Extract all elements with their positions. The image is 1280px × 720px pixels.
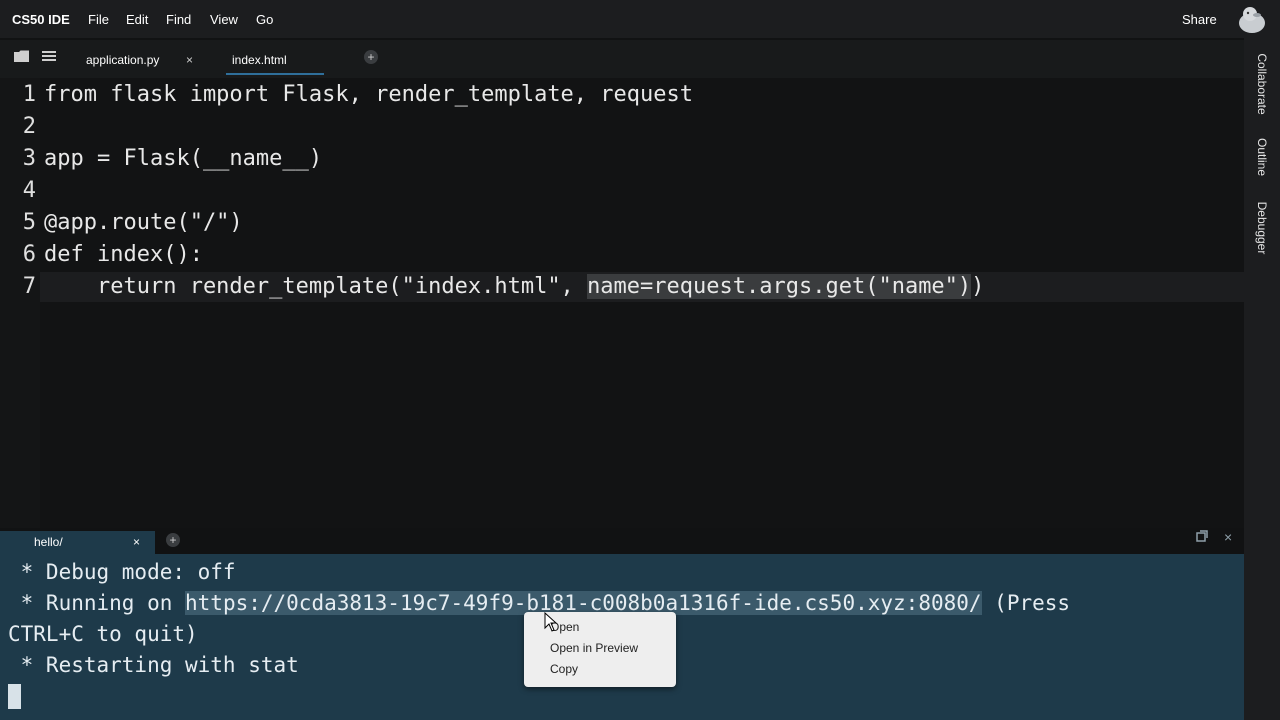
tab-index-html[interactable]: index.html xyxy=(218,48,328,74)
sidebar-item-collaborate[interactable]: Collaborate xyxy=(1255,53,1269,114)
line-number: 7 xyxy=(22,274,36,299)
code-line[interactable]: return render_template("index.html", nam… xyxy=(44,274,984,299)
tab-application-py[interactable]: application.py × xyxy=(72,48,204,74)
terminal-segment: (Press xyxy=(981,591,1071,615)
pointer-cursor-icon xyxy=(544,612,558,632)
menu-view[interactable]: View xyxy=(210,12,238,27)
menu-item-copy[interactable]: Copy xyxy=(550,662,578,676)
code-line[interactable]: def index(): xyxy=(44,242,203,267)
plus-icon[interactable]: + xyxy=(166,533,180,547)
menu-item-open-in-preview[interactable]: Open in Preview xyxy=(550,641,638,655)
close-icon[interactable]: × xyxy=(186,53,193,67)
menu-file[interactable]: File xyxy=(88,12,109,27)
code-segment: ) xyxy=(971,274,985,299)
terminal-line: * Restarting with stat xyxy=(8,653,299,677)
line-number: 6 xyxy=(22,242,36,267)
code-line[interactable]: @app.route("/") xyxy=(44,210,243,235)
menu-go[interactable]: Go xyxy=(256,12,273,27)
menu-bar: CS50 IDE File Edit Find View Go Share xyxy=(0,0,1280,38)
terminal-segment: * Running on xyxy=(8,591,186,615)
terminal-tab-bar xyxy=(0,528,1244,554)
terminal-line: CTRL+C to quit) xyxy=(8,622,198,646)
avatar-duck-icon[interactable] xyxy=(1236,4,1268,34)
folder-icon[interactable] xyxy=(14,50,29,65)
terminal-tab-label: hello/ xyxy=(34,535,63,549)
menu-find[interactable]: Find xyxy=(166,12,191,27)
line-number: 4 xyxy=(22,178,36,203)
active-tab-indicator xyxy=(226,73,324,75)
maximize-icon[interactable] xyxy=(1196,530,1208,545)
sidebar-item-debugger[interactable]: Debugger xyxy=(1255,202,1269,255)
code-line[interactable]: from flask import Flask, render_template… xyxy=(44,82,693,107)
list-icon[interactable] xyxy=(42,50,56,65)
code-line[interactable]: app = Flask(__name__) xyxy=(44,146,322,171)
tab-label: application.py xyxy=(86,53,160,67)
tab-terminal-hello[interactable]: hello/ × xyxy=(0,531,155,554)
line-number: 2 xyxy=(22,114,36,139)
plus-icon[interactable]: + xyxy=(364,50,378,64)
code-selection: name=request.args.get("name") xyxy=(587,274,972,299)
terminal-line: * Debug mode: off xyxy=(8,560,236,584)
sidebar-item-outline[interactable]: Outline xyxy=(1255,138,1269,176)
line-number: 1 xyxy=(22,82,36,107)
line-number: 3 xyxy=(22,146,36,171)
code-segment: return render_template("index.html", xyxy=(44,274,588,299)
close-icon[interactable]: × xyxy=(1224,529,1232,545)
menu-edit[interactable]: Edit xyxy=(126,12,148,27)
terminal-cursor xyxy=(8,684,21,709)
close-icon[interactable]: × xyxy=(133,535,140,549)
share-button[interactable]: Share xyxy=(1182,12,1217,27)
tab-label: index.html xyxy=(232,53,287,67)
app-brand[interactable]: CS50 IDE xyxy=(12,12,70,27)
line-number: 5 xyxy=(22,210,36,235)
